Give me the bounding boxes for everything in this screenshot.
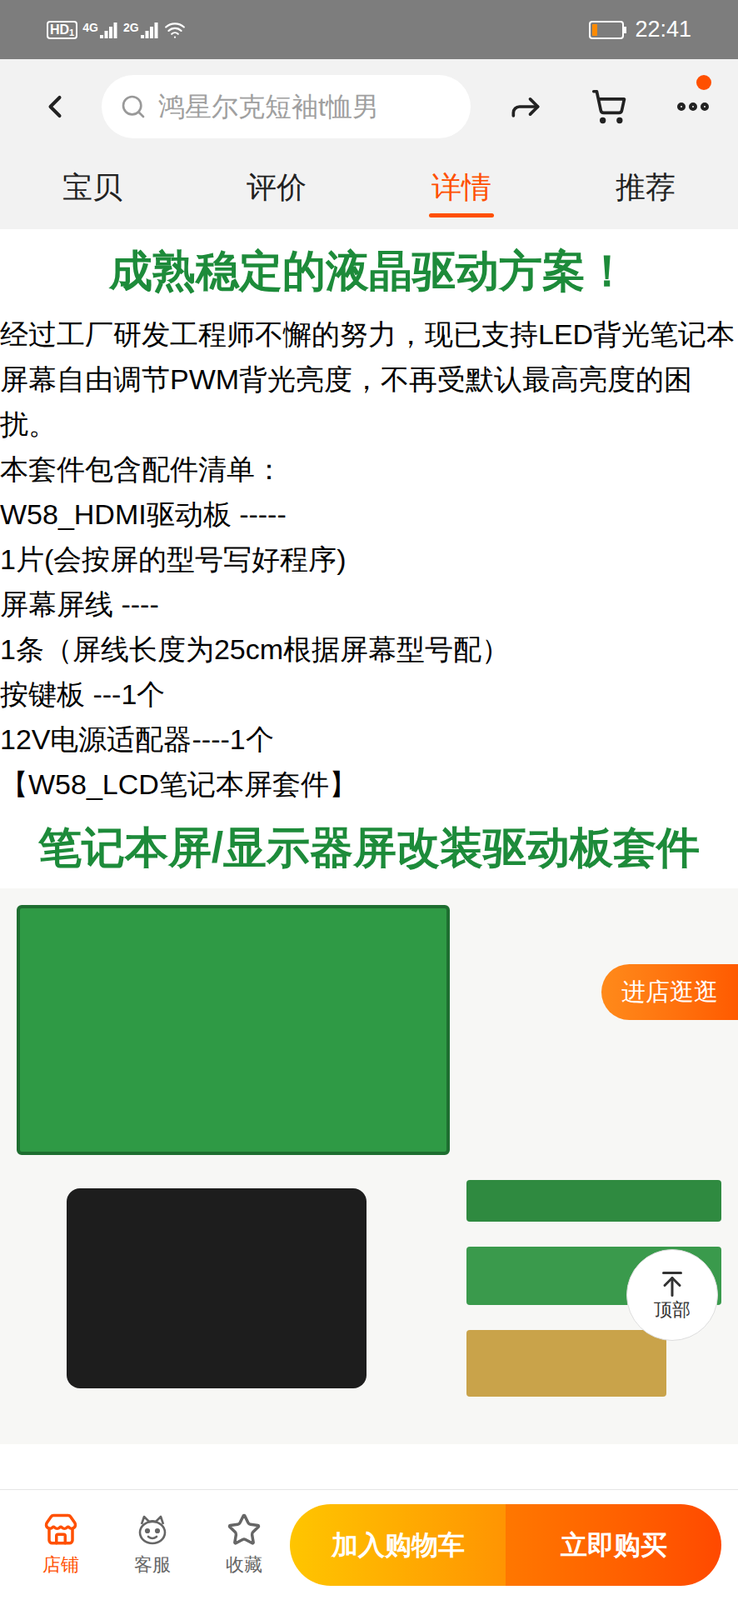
status-bar: HD14G2G 22:41: [0, 0, 738, 60]
tab-bar: 宝贝评价详情推荐: [0, 153, 738, 230]
back-to-top-button[interactable]: 顶部: [626, 1248, 719, 1341]
description-line: 本套件包含配件清单：: [0, 446, 738, 492]
description-line: 1条（屏线长度为25cm根据屏幕型号配）: [0, 626, 738, 672]
more-icon: [673, 86, 714, 127]
service-icon: [134, 1511, 170, 1547]
star-icon: [226, 1511, 262, 1547]
description: 经过工厂研发工程师不懈的努力，现已支持LED背光笔记本屏幕自由调节PWM背光亮度…: [0, 311, 738, 807]
cart-icon[interactable]: [590, 88, 628, 125]
signal-icon: [99, 21, 119, 39]
app: HD14G2G 22:41 鸿星尔克短袖t恤男宝贝评价详情推荐成熟稳定的液晶驱动方案…: [0, 0, 738, 1600]
bottom-action[interactable]: 收藏: [225, 1511, 263, 1578]
description-line: 屏幕屏线 ----: [0, 581, 738, 627]
tab[interactable]: 推荐: [553, 153, 738, 230]
network-indicator: 2G: [123, 21, 160, 39]
add-to-cart-button[interactable]: 加入购物车: [289, 1503, 506, 1586]
bottom-action[interactable]: 店铺: [42, 1511, 80, 1578]
description-line: 按键板 ---1个: [0, 671, 738, 717]
battery-icon: [588, 20, 627, 40]
description-line: 12V电源适配器----1个: [0, 716, 738, 762]
clock: 22:41: [634, 12, 692, 47]
hd-badge: HD1: [46, 20, 78, 40]
arrow-up-icon: [657, 1268, 688, 1299]
more-button[interactable]: [673, 86, 714, 127]
network-indicator: 4G: [82, 21, 119, 39]
tab[interactable]: 宝贝: [0, 153, 185, 230]
signal-icon: [140, 21, 160, 39]
description-line: W58_HDMI驱动板 -----: [0, 491, 738, 537]
bottom-action[interactable]: 客服: [134, 1511, 171, 1578]
share-icon[interactable]: [507, 88, 544, 125]
description-line: 经过工厂研发工程师不懈的努力，现已支持LED背光笔记本屏幕自由调节PWM背光亮度…: [0, 311, 738, 447]
store-icon: [43, 1511, 79, 1547]
shop-button[interactable]: 进店逛逛: [601, 963, 738, 1020]
bottom-bar: 店铺客服收藏加入购物车立即购买: [0, 1488, 738, 1600]
banner-headline: 成熟稳定的液晶驱动方案！: [0, 229, 738, 312]
description-line: 1片(会按屏的型号写好程序): [0, 536, 738, 582]
nav-bar: 鸿星尔克短袖t恤男: [0, 59, 738, 154]
back-icon[interactable]: [36, 88, 74, 125]
tab[interactable]: 详情: [369, 153, 554, 230]
wifi-icon: [164, 19, 186, 41]
search-field[interactable]: 鸿星尔克短袖t恤男: [101, 74, 471, 139]
purchase-buttons: 加入购物车立即购买: [289, 1503, 722, 1586]
search-placeholder: 鸿星尔克短袖t恤男: [158, 86, 379, 127]
notification-dot: [696, 74, 712, 90]
tab[interactable]: 评价: [184, 153, 370, 230]
kit-headline: 笔记本屏/显示器屏改装驱动板套件: [0, 806, 738, 888]
description-line: 【W58_LCD笔记本屏套件】: [0, 761, 738, 807]
search-icon: [119, 93, 147, 120]
buy-now-button[interactable]: 立即购买: [505, 1503, 722, 1586]
